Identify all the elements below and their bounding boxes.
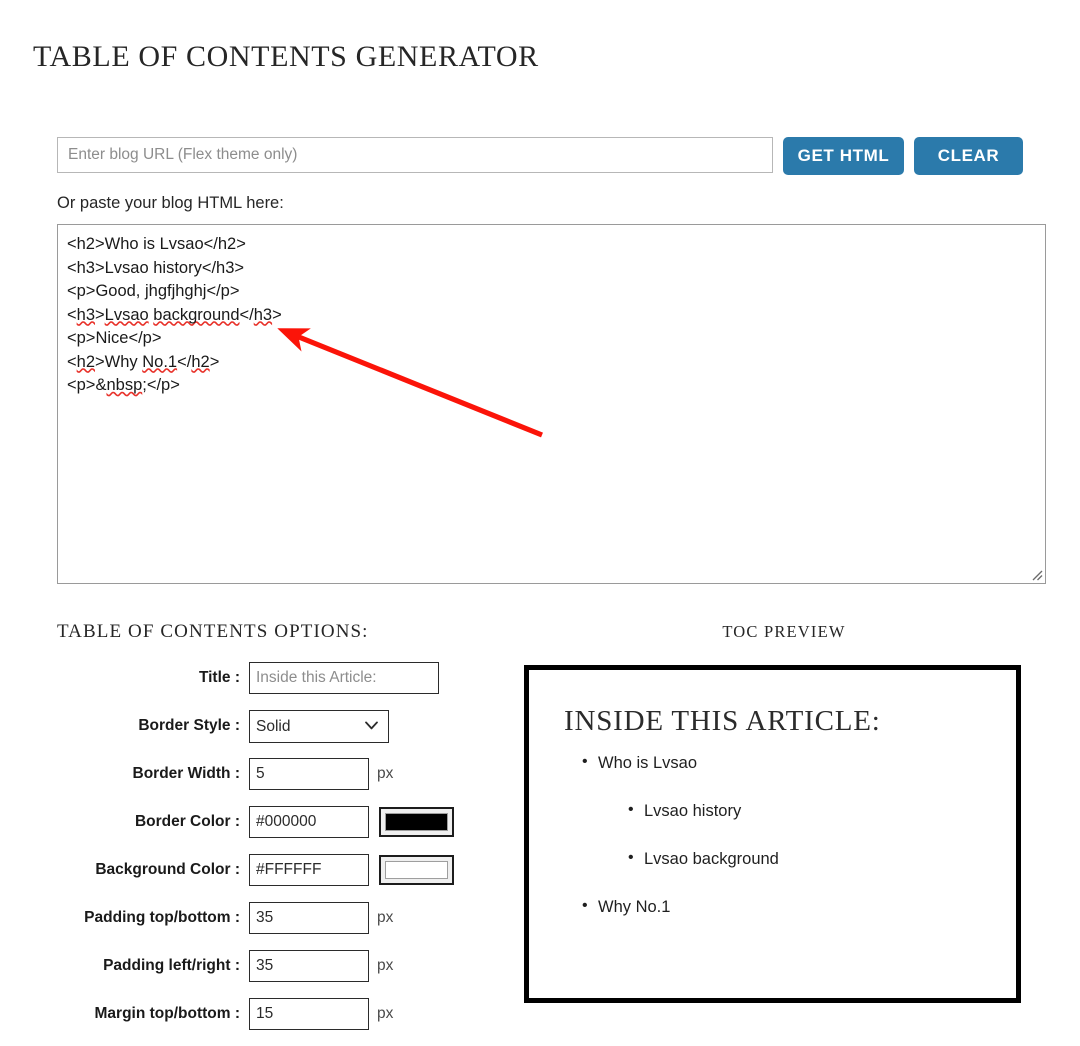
select-border-style[interactable]: SolidDashedDottedDoubleNone (249, 710, 389, 743)
toc-item: Lvsao background (564, 847, 981, 870)
spellcheck-underline: h2 (76, 352, 95, 371)
code-line: <h2>Who is Lvsao</h2> (67, 235, 246, 253)
option-field-margin-top-bottom (249, 998, 369, 1030)
spellcheck-underline: Lvsao (104, 305, 149, 324)
input-border-color[interactable] (249, 806, 369, 838)
toc-preview-title: INSIDE THIS ARTICLE: (564, 705, 881, 737)
option-field-padding-left-right (249, 950, 369, 982)
option-field-padding-top-bottom (249, 902, 369, 934)
option-row-border-color: Border Color : (0, 806, 500, 854)
option-label-padding-top-bottom: Padding top/bottom : (84, 909, 240, 926)
option-label-background-color: Background Color : (95, 861, 240, 878)
option-field-border-width (249, 758, 369, 790)
option-row-padding-top-bottom: Padding top/bottom : px (0, 902, 500, 950)
preview-heading: TOC PREVIEW (722, 622, 846, 641)
option-label-border-style: Border Style : (138, 717, 240, 734)
toc-item: Lvsao history (564, 799, 981, 822)
option-label-title: Title : (198, 669, 240, 686)
option-label-margin-top-bottom: Margin top/bottom : (94, 1005, 241, 1022)
option-row-background-color: Background Color : (0, 854, 500, 902)
unit-label-margin-top-bottom: px (377, 1005, 394, 1022)
input-margin-top-bottom[interactable] (249, 998, 369, 1030)
option-field-background-color (249, 854, 369, 886)
color-swatch-fill-background-color (385, 861, 448, 879)
toc-preview-inner: INSIDE THIS ARTICLE: Who is Lvsao Lvsao h… (529, 670, 1016, 979)
toc-preview-list: Who is Lvsao Lvsao history Lvsao backgroun… (564, 751, 981, 918)
toc-item: Who is Lvsao (564, 751, 981, 774)
clear-button[interactable]: CLEAR (914, 137, 1023, 175)
code-line: <h3>Lvsao history</h3> (67, 258, 245, 277)
color-swatch-border-color[interactable] (379, 807, 454, 837)
color-swatch-fill-border-color (385, 813, 448, 831)
unit-label-padding-left-right: px (377, 957, 394, 974)
paste-html-label: Or paste your blog HTML here: (57, 194, 284, 212)
option-field-border-style: SolidDashedDottedDoubleNone (249, 710, 389, 743)
option-field-border-color (249, 806, 369, 838)
option-row-padding-left-right: Padding left/right : px (0, 950, 500, 998)
get-html-button[interactable]: GET HTML (783, 137, 904, 175)
code-line: <p>&nbsp;</p> (67, 376, 180, 394)
option-row-border-width: Border Width : px (0, 758, 500, 806)
spellcheck-underline: nbsp (106, 376, 143, 394)
unit-label-padding-top-bottom: px (377, 909, 394, 926)
option-row-border-style: Border Style : SolidDashedDottedDoubleNon… (0, 710, 500, 758)
blog-url-input[interactable] (57, 137, 773, 173)
option-field-title (249, 662, 439, 694)
code-line: <h2>Why No.1</h2> (67, 352, 220, 371)
toc-item: Why No.1 (564, 895, 981, 918)
input-padding-left-right[interactable] (249, 950, 369, 982)
input-title[interactable] (249, 662, 439, 694)
option-label-padding-left-right: Padding left/right : (103, 957, 240, 974)
code-line: <h3>Lvsao background</h3> (67, 305, 282, 324)
spellcheck-underline: background (153, 305, 240, 324)
unit-label-border-width: px (377, 765, 394, 782)
url-bar: GET HTML CLEAR (57, 137, 1023, 175)
select-wrapper-border-style: SolidDashedDottedDoubleNone (249, 710, 389, 743)
page-title: TABLE OF CONTENTS GENERATOR (33, 40, 539, 73)
input-border-width[interactable] (249, 758, 369, 790)
toc-preview-box: INSIDE THIS ARTICLE: Who is Lvsao Lvsao h… (524, 665, 1021, 1003)
input-background-color[interactable] (249, 854, 369, 886)
code-line: <p>Nice</p> (67, 329, 162, 347)
option-row-margin-top-bottom: Margin top/bottom : px (0, 998, 500, 1046)
option-label-border-width: Border Width : (132, 765, 241, 782)
color-swatch-background-color[interactable] (379, 855, 454, 885)
input-padding-top-bottom[interactable] (249, 902, 369, 934)
option-label-border-color: Border Color : (134, 813, 240, 830)
spellcheck-underline: No.1 (142, 352, 178, 371)
code-line: <p>Good, jhgfjhghj</p> (67, 282, 240, 300)
option-row-title: Title : (0, 662, 500, 710)
options-heading: TABLE OF CONTENTS OPTIONS: (57, 621, 369, 642)
spellcheck-underline: h2 (191, 352, 210, 371)
spellcheck-underline: h3 (253, 305, 273, 324)
spellcheck-underline: h3 (76, 305, 95, 324)
blog-html-content[interactable]: <h2>Who is Lvsao</h2> <h3>Lvsao history</… (67, 233, 1039, 579)
toc-options-form: Title : Border Style : SolidDashedDottedDo… (0, 662, 500, 1046)
blog-html-textarea[interactable]: <h2>Who is Lvsao</h2> <h3>Lvsao history</… (57, 224, 1046, 584)
